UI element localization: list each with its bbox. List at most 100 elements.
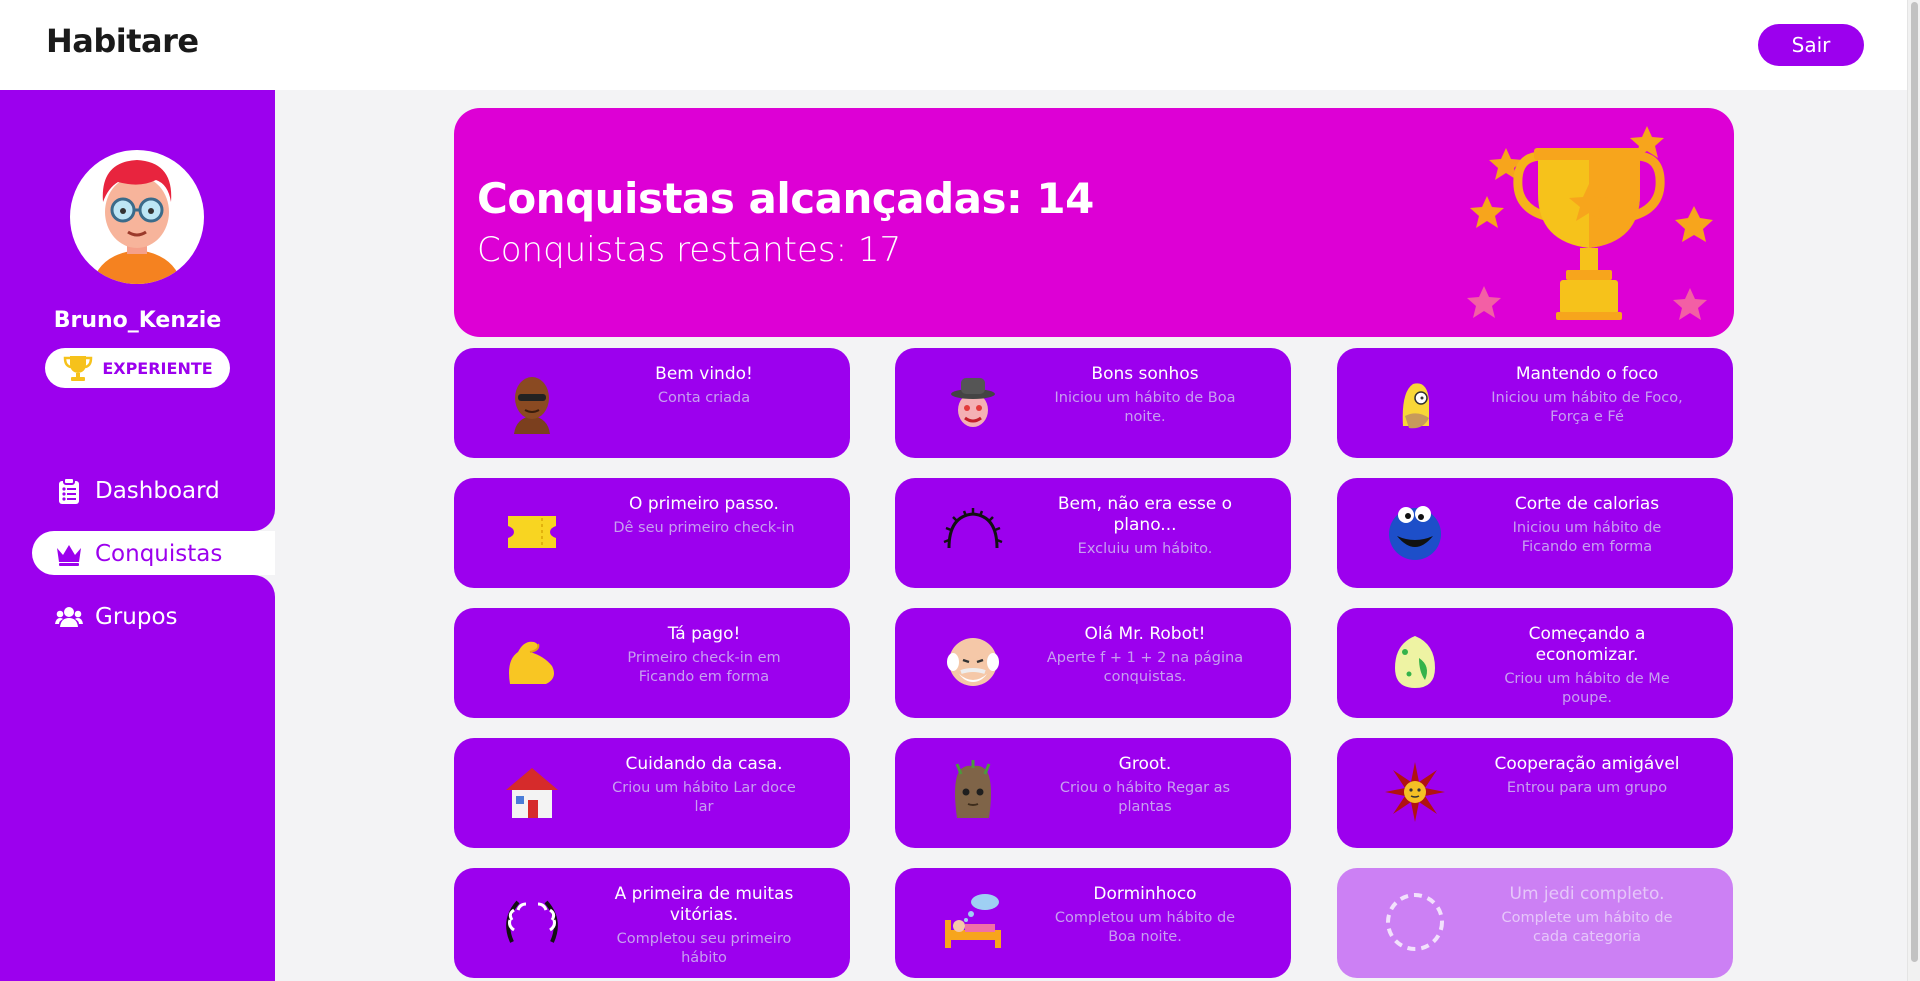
achievement-text: Bem vindo! Conta criada [604, 364, 804, 408]
achievement-description: Completou seu primeiro hábito [616, 931, 792, 966]
avatar [70, 150, 204, 284]
homer-icon [1383, 370, 1447, 434]
achievement-title: Groot. [1118, 754, 1172, 774]
achievement-text: Bons sonhos Iniciou um hábito de Boa noit… [1045, 364, 1245, 427]
achievement-text: Corte de calorias Iniciou um hábito de Fi… [1487, 494, 1687, 557]
locked-circle-icon [1383, 890, 1447, 954]
achievement-text: Olá Mr. Robot! Aperte f + 1 + 2 na página… [1045, 624, 1245, 687]
achievement-card[interactable]: Bem vindo! Conta criada [454, 348, 850, 458]
achievement-text: A primeira de muitas vitórias. Completou … [604, 884, 804, 968]
achievement-card[interactable]: Cooperação amigável Entrou para um grupo [1337, 738, 1733, 848]
achievement-title: A primeira de muitas vitórias. [614, 884, 794, 925]
bald-man-icon [500, 370, 564, 434]
page-scrollbar[interactable] [1907, 0, 1920, 981]
achievement-title: Dorminhoco [1093, 884, 1197, 904]
logout-button[interactable]: Sair [1758, 24, 1864, 66]
egg-icon [1383, 630, 1447, 694]
user-avatar-icon [92, 160, 182, 284]
achievement-title: Tá pago! [667, 624, 741, 644]
achievement-card[interactable]: Groot. Criou o hábito Regar as plantas [895, 738, 1291, 848]
achievement-text: Dorminhoco Completou um hábito de Boa noi… [1045, 884, 1245, 947]
achievement-text: Um jedi completo. Complete um hábito de c… [1487, 884, 1687, 947]
achievement-description: Iniciou um hábito de Boa noite. [1054, 390, 1236, 425]
remaining-count: Conquistas restantes: 17 [477, 230, 902, 270]
achievement-description: Criou o hábito Regar as plantas [1059, 780, 1231, 815]
top-header: Habitare Sair [0, 0, 1907, 90]
achievement-description: Entrou para um grupo [1506, 780, 1668, 796]
achievement-title: Cuidando da casa. [625, 754, 783, 774]
achievement-card[interactable]: Tá pago! Primeiro check-in em Ficando em … [454, 608, 850, 718]
thorn-crown-icon [941, 500, 1005, 564]
old-man-icon [941, 630, 1005, 694]
achievement-description: Aperte f + 1 + 2 na página conquistas. [1046, 650, 1244, 685]
achievement-card[interactable]: Um jedi completo. Complete um hábito de c… [1337, 868, 1733, 978]
achievement-card[interactable]: O primeiro passo. Dê seu primeiro check-i… [454, 478, 850, 588]
achievement-card[interactable]: Corte de calorias Iniciou um hábito de Fi… [1337, 478, 1733, 588]
achievement-title: Bem, não era esse o plano... [1057, 494, 1233, 535]
achievement-text: O primeiro passo. Dê seu primeiro check-i… [604, 494, 804, 538]
achievement-description: Criou um hábito de Me poupe. [1504, 671, 1670, 706]
nav-label-conquistas: Conquistas [95, 541, 223, 567]
level-badge: EXPERIENTE [45, 348, 230, 388]
hat-man-icon [941, 370, 1005, 434]
trophy-icon [64, 356, 93, 381]
nav-label-grupos: Grupos [95, 604, 178, 630]
achievement-card[interactable]: Mantendo o foco Iniciou um hábito de Foco… [1337, 348, 1733, 458]
achievement-card[interactable]: Olá Mr. Robot! Aperte f + 1 + 2 na página… [895, 608, 1291, 718]
achievement-description: Complete um hábito de cada categoria [1501, 910, 1673, 945]
achievement-description: Primeiro check-in em Ficando em forma [627, 650, 781, 685]
achievement-text: Bem, não era esse o plano... Excluiu um h… [1045, 494, 1245, 559]
cookie-monster-icon [1383, 500, 1447, 564]
laurel-icon [500, 890, 564, 954]
achievement-description: Completou um hábito de Boa noite. [1054, 910, 1236, 945]
badge-label: EXPERIENTE [102, 358, 213, 378]
sleeping-bed-icon [941, 890, 1005, 954]
groot-icon [941, 760, 1005, 824]
ticket-icon [500, 500, 564, 564]
achievement-card[interactable]: Dorminhoco Completou um hábito de Boa noi… [895, 868, 1291, 978]
achievement-title: Olá Mr. Robot! [1084, 624, 1206, 644]
achievement-text: Tá pago! Primeiro check-in em Ficando em … [604, 624, 804, 687]
app-logo[interactable]: Habitare [46, 22, 199, 60]
achievement-title: Um jedi completo. [1509, 884, 1665, 904]
achievement-text: Cuidando da casa. Criou um hábito Lar doc… [604, 754, 804, 817]
achievement-text: Groot. Criou o hábito Regar as plantas [1045, 754, 1245, 817]
achievement-card[interactable]: Bem, não era esse o plano... Excluiu um h… [895, 478, 1291, 588]
achievement-card[interactable]: Começando a economizar. Criou um hábito d… [1337, 608, 1733, 718]
crown-icon [57, 545, 81, 566]
achievement-title: Bons sonhos [1091, 364, 1199, 384]
achievement-title: Bem vindo! [655, 364, 753, 384]
sun-icon [1383, 760, 1447, 824]
scrollbar-thumb[interactable] [1911, 2, 1918, 962]
achievement-title: O primeiro passo. [629, 494, 779, 514]
flexed-biceps-icon [500, 630, 564, 694]
achievement-text: Mantendo o foco Iniciou um hábito de Foco… [1487, 364, 1687, 427]
achievement-description: Criou um hábito Lar doce lar [612, 780, 796, 815]
achievement-card[interactable]: Bons sonhos Iniciou um hábito de Boa noit… [895, 348, 1291, 458]
username: Bruno_Kenzie [53, 308, 222, 333]
nav-item-grupos[interactable]: Grupos [55, 597, 178, 637]
achievement-card[interactable]: Cuidando da casa. Criou um hábito Lar doc… [454, 738, 850, 848]
trophy-stars-icon [1467, 126, 1713, 320]
achievements-banner: Conquistas alcançadas: 14 Conquistas res… [454, 108, 1734, 337]
achievement-text: Começando a economizar. Criou um hábito d… [1487, 624, 1687, 708]
users-icon [55, 607, 83, 627]
nav-item-conquistas[interactable]: Conquistas [55, 534, 222, 574]
achievement-card[interactable]: A primeira de muitas vitórias. Completou … [454, 868, 850, 978]
achievement-title: Mantendo o foco [1515, 364, 1659, 384]
achievement-description: Excluiu um hábito. [1077, 541, 1213, 557]
nav-label-dashboard: Dashboard [95, 478, 220, 504]
achievement-description: Iniciou um hábito de Ficando em forma [1512, 520, 1662, 555]
nav-active-curve [225, 481, 275, 531]
nav-active-curve [225, 575, 275, 625]
achievement-title: Cooperação amigável [1494, 754, 1680, 774]
achievement-description: Conta criada [657, 390, 751, 406]
achievement-description: Dê seu primeiro check-in [613, 520, 795, 536]
clipboard-icon [59, 477, 79, 504]
achievement-title: Corte de calorias [1514, 494, 1660, 514]
achieved-count: Conquistas alcançadas: 14 [477, 174, 1094, 223]
house-icon [500, 760, 564, 824]
nav-item-dashboard[interactable]: Dashboard [55, 471, 220, 511]
achievement-text: Cooperação amigável Entrou para um grupo [1487, 754, 1687, 798]
achievement-title: Começando a economizar. [1528, 624, 1646, 665]
